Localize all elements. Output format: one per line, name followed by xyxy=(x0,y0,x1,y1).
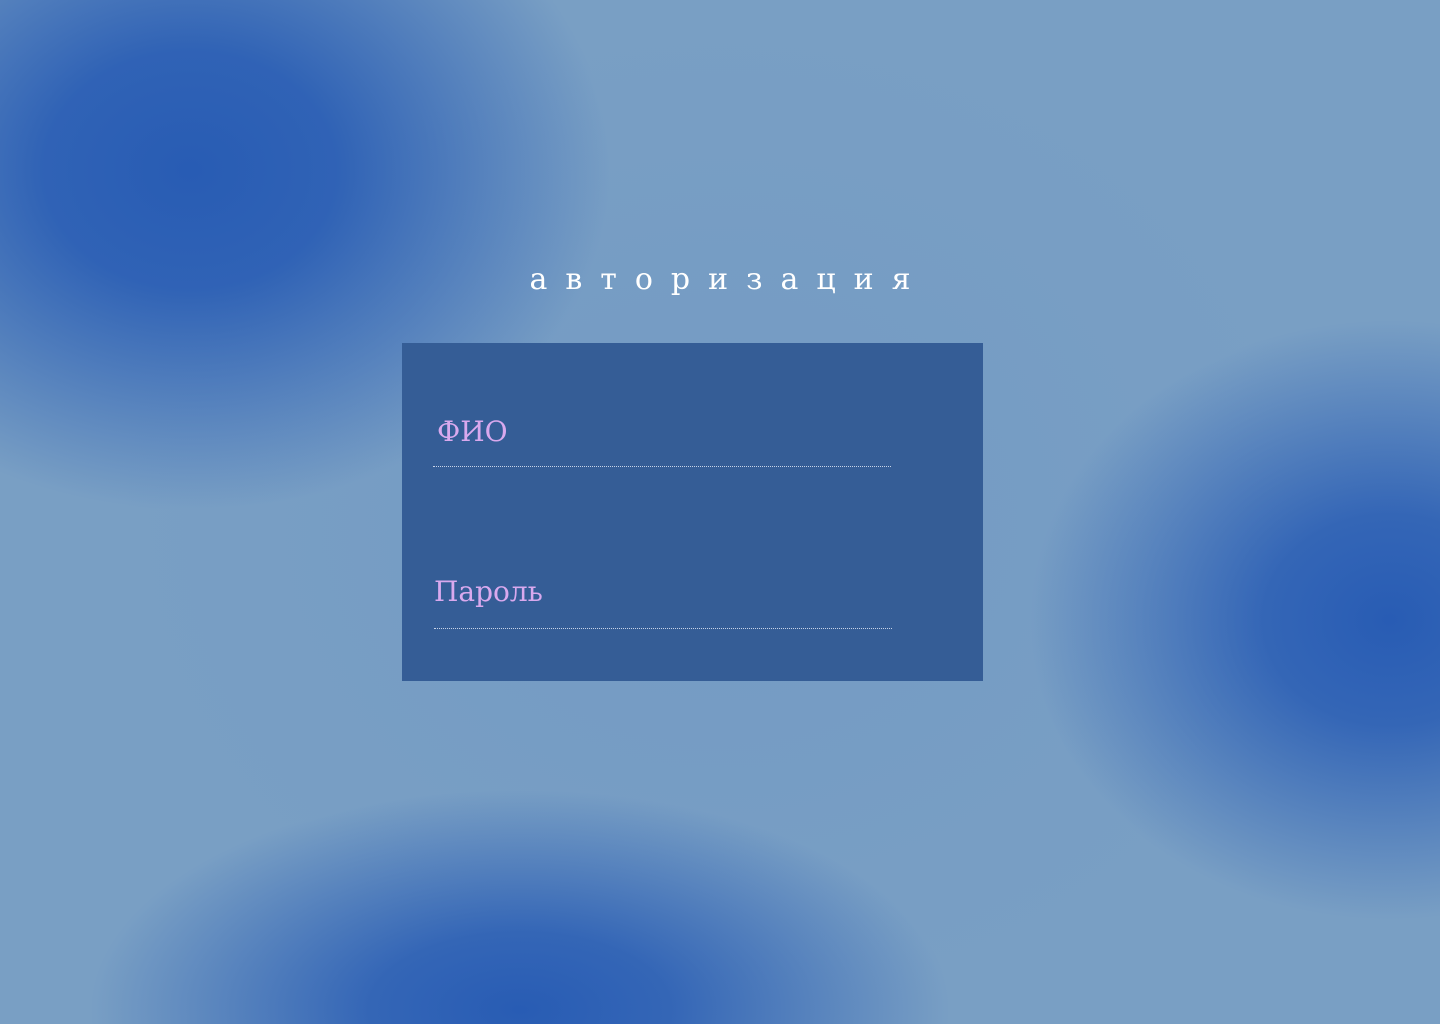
password-input[interactable] xyxy=(434,569,892,628)
login-card: ФИО Пароль xyxy=(402,343,983,681)
fio-input[interactable] xyxy=(433,407,891,466)
fio-field[interactable]: ФИО xyxy=(433,407,891,467)
password-underline xyxy=(434,628,892,629)
fio-underline xyxy=(433,466,891,467)
password-field[interactable]: Пароль xyxy=(434,569,892,629)
page-title: авторизация xyxy=(529,262,929,297)
